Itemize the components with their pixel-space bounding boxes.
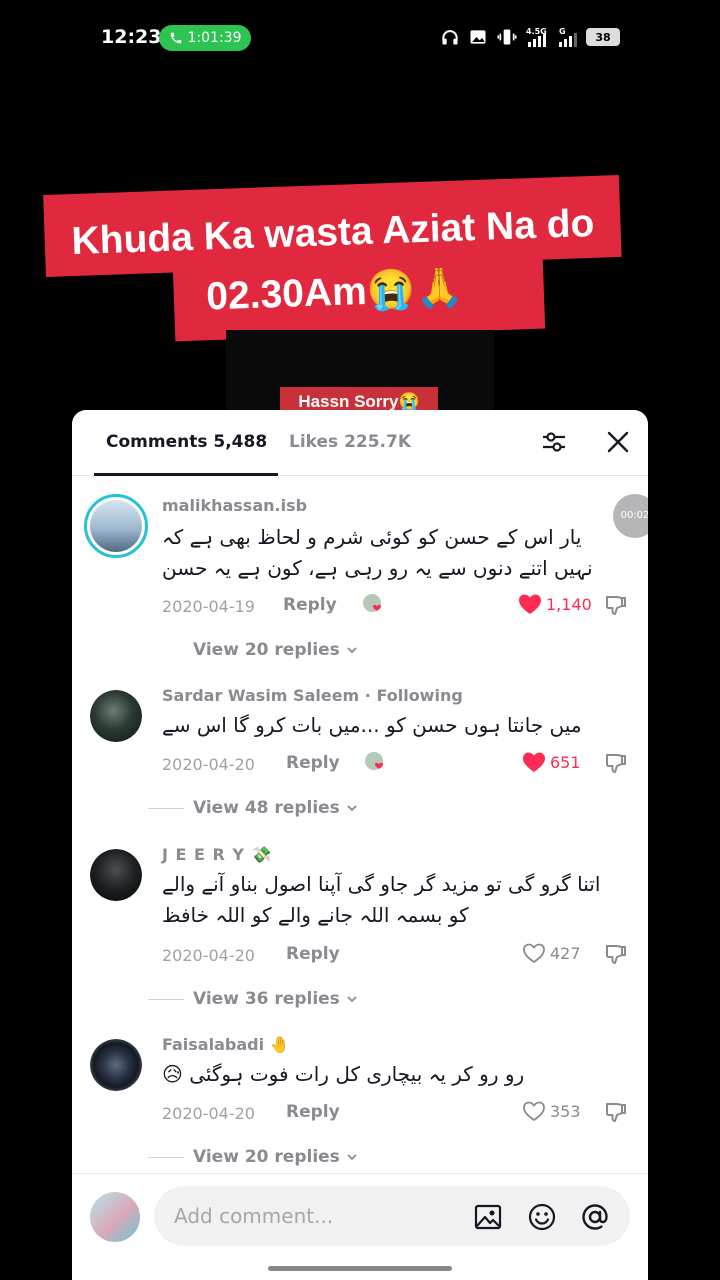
reply-divider <box>148 808 184 809</box>
caption-text: Khuda Ka wasta Aziat Na do 02.30Am😭🙏 <box>44 193 624 333</box>
comment-text: رو رو کر یہ بیچاری کل رات فوت ہوگئی 😥 <box>162 1062 525 1086</box>
dislike-icon[interactable] <box>604 1100 628 1124</box>
hand-emoji-icon: 🤚 <box>269 1035 290 1054</box>
like-button[interactable]: 1,140 <box>518 593 592 615</box>
reply-button[interactable]: Reply <box>286 753 340 773</box>
dislike-icon[interactable] <box>604 751 628 775</box>
view-replies-button[interactable]: View 48 replies <box>193 798 358 818</box>
heart-filled-icon <box>519 594 541 614</box>
view-replies-label: View 20 replies <box>193 640 340 660</box>
comment-username-text: Faisalabadi <box>162 1035 265 1054</box>
view-replies-button[interactable]: View 20 replies <box>193 1147 358 1167</box>
comment-item: Sardar Wasim Saleem · Following میں جانت… <box>72 686 648 836</box>
avatar[interactable] <box>84 494 148 558</box>
mention-icon[interactable] <box>579 1201 611 1233</box>
comment-username[interactable]: Sardar Wasim Saleem · Following <box>162 686 463 705</box>
comment-username-text: J E E R Y <box>162 845 245 864</box>
comment-item: malikhassan.isb یار اس کے حسن کو کوئی شر… <box>72 494 648 676</box>
svg-text:G: G <box>559 27 566 36</box>
comment-item: Faisalabadi 🤚 رو رو کر یہ بیچاری کل رات … <box>72 1035 648 1175</box>
view-replies-button[interactable]: View 20 replies <box>193 640 358 660</box>
reply-divider <box>148 1157 184 1158</box>
comment-text: میں جانتا ہوں حسن کو ...میں بات کرو گا ا… <box>162 713 582 737</box>
call-timer: 1:01:39 <box>187 30 242 46</box>
comment-text: اتنا گرو گی تو مزید گر جاو گی آپنا اصول … <box>162 872 601 927</box>
active-tab-indicator <box>94 473 278 476</box>
comment-date: 2020-04-20 <box>162 1104 255 1123</box>
comment-input-container[interactable] <box>154 1186 630 1246</box>
like-button[interactable]: 651 <box>522 751 581 773</box>
filter-icon[interactable] <box>540 428 568 456</box>
creator-liked-avatar-icon <box>363 594 381 612</box>
phone-icon <box>170 32 181 44</box>
heart-outline-icon <box>523 943 545 964</box>
gallery-icon <box>470 30 486 44</box>
comment-date: 2020-04-20 <box>162 755 255 774</box>
heart-filled-icon <box>523 752 545 772</box>
image-icon[interactable] <box>472 1201 504 1233</box>
chevron-down-icon <box>347 647 357 654</box>
battery-icon: 38 <box>586 28 620 46</box>
status-icons: 4.5G G 38 <box>440 26 620 48</box>
reply-button[interactable]: Reply <box>283 595 337 615</box>
video-caption: Khuda Ka wasta Aziat Na do 02.30Am😭🙏 <box>43 174 624 343</box>
my-avatar[interactable] <box>90 1192 140 1242</box>
money-emoji-icon: 💸 <box>251 845 273 864</box>
headphones-icon <box>442 30 458 45</box>
view-replies-label: View 36 replies <box>193 989 340 1009</box>
avatar[interactable] <box>90 690 142 742</box>
emoji-icon[interactable] <box>526 1201 558 1233</box>
comment-composer <box>72 1173 648 1280</box>
comments-header: Comments 5,488 Likes 225.7K <box>72 410 648 476</box>
call-indicator[interactable]: 1:01:39 <box>159 25 251 51</box>
comment-text: یار اس کے حسن کو کوئی شرم و لحاظ بھی ہے … <box>162 525 593 580</box>
comment-input[interactable] <box>174 1200 464 1232</box>
like-count: 651 <box>550 752 581 772</box>
signal-4g-icon: 4.5G <box>526 27 547 47</box>
comment-username[interactable]: malikhassan.isb <box>162 496 307 515</box>
tab-likes[interactable]: Likes 225.7K <box>289 432 411 452</box>
chevron-down-icon <box>347 805 357 812</box>
comment-username[interactable]: J E E R Y 💸 <box>162 845 273 864</box>
vibrate-icon <box>497 29 517 45</box>
reply-button[interactable]: Reply <box>286 944 340 964</box>
close-icon[interactable] <box>604 428 632 456</box>
status-bar: 12:23 1:01:39 4.5G G 38 <box>0 0 720 76</box>
view-replies-label: View 20 replies <box>193 1147 340 1167</box>
home-indicator[interactable] <box>268 1266 452 1271</box>
comment-date: 2020-04-20 <box>162 946 255 965</box>
tab-comments[interactable]: Comments 5,488 <box>106 432 267 452</box>
creator-liked-avatar-icon <box>365 752 383 770</box>
like-count: 427 <box>550 943 581 963</box>
comment-username[interactable]: Faisalabadi 🤚 <box>162 1035 290 1054</box>
avatar[interactable] <box>90 1039 142 1091</box>
like-count: 353 <box>550 1101 581 1121</box>
reply-divider <box>148 999 184 1000</box>
signal-icon: G <box>559 27 577 47</box>
view-replies-button[interactable]: View 36 replies <box>193 989 358 1009</box>
like-button[interactable]: 353 <box>522 1100 581 1122</box>
heart-outline-icon <box>523 1101 545 1122</box>
chevron-down-icon <box>347 996 357 1003</box>
dislike-icon[interactable] <box>604 942 628 966</box>
comments-sheet: Comments 5,488 Likes 225.7K 00:02 malikh… <box>72 410 648 1280</box>
reply-button[interactable]: Reply <box>286 1102 340 1122</box>
comment-item: J E E R Y 💸 اتنا گرو گی تو مزید گر جاو گ… <box>72 845 648 1025</box>
status-time: 12:23 <box>101 26 162 48</box>
comment-date: 2020-04-19 <box>162 597 255 616</box>
dislike-icon[interactable] <box>604 593 628 617</box>
avatar[interactable] <box>90 849 142 901</box>
like-count: 1,140 <box>546 594 592 614</box>
chevron-down-icon <box>347 1154 357 1161</box>
like-button[interactable]: 427 <box>522 942 581 964</box>
view-replies-label: View 48 replies <box>193 798 340 818</box>
